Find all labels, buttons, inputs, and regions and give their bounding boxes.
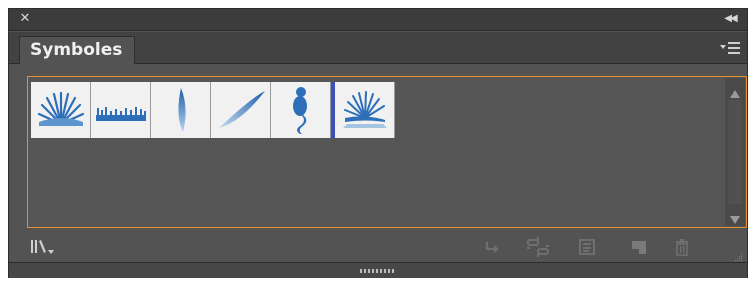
scroll-down-arrow-icon[interactable]	[729, 210, 741, 224]
tab-symboles[interactable]: Symboles	[19, 36, 136, 64]
symbol-thumbnail-grass[interactable]	[91, 82, 151, 138]
break-link-icon[interactable]	[525, 237, 551, 257]
place-symbol-instance-icon[interactable]	[483, 237, 503, 257]
diagonal-leaf-icon	[218, 91, 265, 128]
symbol-thumbnail-seahorse[interactable]	[271, 82, 331, 138]
symbols-panel: ✕ ◀◀ Symboles	[8, 8, 748, 278]
symbol-thumbnail-leaf[interactable]	[151, 82, 211, 138]
close-icon[interactable]: ✕	[17, 11, 33, 27]
vertical-scrollbar[interactable]	[725, 78, 745, 226]
seahorse-icon	[292, 87, 307, 134]
panel-titlebar[interactable]: ✕ ◀◀	[9, 9, 747, 31]
symbol-options-icon[interactable]	[577, 237, 597, 257]
delete-symbol-icon[interactable]	[671, 237, 693, 257]
new-symbol-icon[interactable]	[629, 237, 649, 257]
double-chevron-icon[interactable]: ◀◀	[721, 11, 739, 27]
grass-strip-icon	[95, 107, 146, 121]
panel-menu-icon[interactable]	[719, 40, 741, 56]
drag-handle-icon	[360, 268, 394, 273]
fan-seashell-with-base-icon	[342, 91, 387, 128]
scroll-up-arrow-icon[interactable]	[729, 84, 741, 98]
resize-grip-icon[interactable]	[733, 247, 743, 262]
panel-bottom-toolbar	[9, 233, 747, 262]
panel-resize-handle[interactable]	[9, 262, 747, 278]
panel-tab-row: Symboles	[9, 32, 747, 64]
symbol-libraries-menu-icon[interactable]	[29, 237, 59, 257]
symbols-list-area[interactable]	[27, 76, 747, 228]
symbol-thumbnail-fan-shell[interactable]	[31, 82, 91, 138]
symbol-thumbnail-diagonal-leaf[interactable]	[211, 82, 271, 138]
scroll-track[interactable]	[728, 100, 742, 204]
blue-leaf-icon	[177, 88, 186, 132]
symbol-thumbnail-fan-shell-base[interactable]	[335, 82, 395, 138]
symbols-grid	[31, 82, 395, 138]
fan-seashell-icon	[37, 91, 84, 126]
